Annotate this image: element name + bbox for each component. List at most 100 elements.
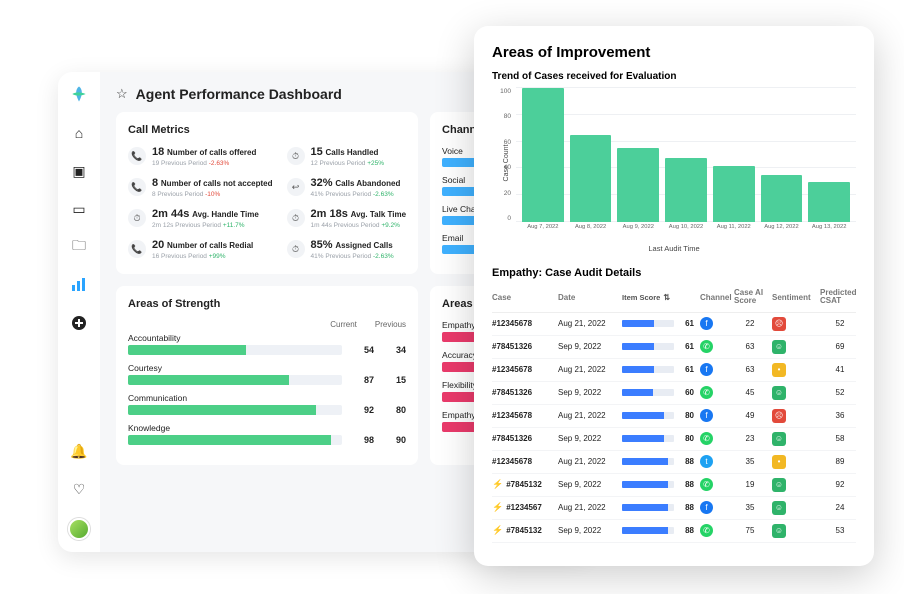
metric-value: 15	[311, 146, 323, 158]
cell-ai-score: 19	[734, 480, 766, 489]
cell-item-score: 61	[622, 319, 694, 328]
xtick: Aug 7, 2022	[522, 222, 564, 238]
table-row[interactable]: #12345678 Aug 21, 2022 80 f 49 ☹ 36	[492, 405, 856, 428]
metric-icon: ⏱	[287, 147, 305, 165]
strength-current: 87	[352, 375, 374, 385]
ytick: 0	[490, 215, 511, 222]
ytick: 80	[490, 113, 511, 120]
table-row[interactable]: #78451326 Sep 9, 2022 80 ✆ 23 ☺ 58	[492, 428, 856, 451]
card-title: Areas of Strength	[128, 298, 406, 310]
table-row[interactable]: #78451326 Sep 9, 2022 61 ✆ 63 ☺ 69	[492, 336, 856, 359]
cell-case: #78451326	[492, 342, 552, 351]
channel-whatsapp-icon: ✆	[700, 432, 713, 445]
table-row[interactable]: ⚡#1234567 Aug 21, 2022 88 f 35 ☺ 24	[492, 497, 856, 520]
metric-item: 📞 8 Number of calls not accepted 8 Previ…	[128, 177, 273, 198]
cell-item-score: 60	[622, 388, 694, 397]
cell-channel: f	[700, 501, 728, 514]
chart-bar	[808, 182, 850, 222]
cell-csat: 53	[820, 526, 860, 535]
cell-case: #12345678	[492, 365, 552, 374]
metric-icon: 📞	[128, 147, 146, 165]
cell-sentiment: ☺	[772, 386, 814, 400]
cell-channel: f	[700, 409, 728, 422]
nav-tasks-icon[interactable]: ▣	[70, 162, 88, 180]
cell-item-score: 80	[622, 434, 694, 443]
cell-ai-score: 63	[734, 342, 766, 351]
channel-twitter-icon: t	[700, 455, 713, 468]
strength-current: 92	[352, 405, 374, 415]
cell-sentiment: ☺	[772, 340, 814, 354]
cell-item-score: 61	[622, 342, 694, 351]
metric-value: 2m 44s	[152, 208, 189, 220]
channel-whatsapp-icon: ✆	[700, 340, 713, 353]
chart-bar	[522, 88, 564, 222]
cell-date: Aug 21, 2022	[558, 457, 616, 466]
sentiment-badge: ☺	[772, 340, 786, 354]
strength-bar	[128, 405, 342, 415]
nav-contacts-icon[interactable]: ▭	[70, 200, 88, 218]
strength-bar	[128, 345, 342, 355]
nav-home-icon[interactable]: ⌂	[70, 124, 88, 142]
th-ai: Case AI Score	[734, 289, 766, 306]
metric-label: Number of calls Redial	[167, 241, 253, 250]
table-row[interactable]: #78451326 Sep 9, 2022 60 ✆ 45 ☺ 52	[492, 382, 856, 405]
cell-channel: t	[700, 455, 728, 468]
table-row[interactable]: ⚡#7845132 Sep 9, 2022 88 ✆ 19 ☺ 92	[492, 474, 856, 497]
cell-sentiment: ☺	[772, 478, 814, 492]
strength-previous: 15	[384, 375, 406, 385]
cell-item-score: 88	[622, 503, 694, 512]
strength-previous: 90	[384, 435, 406, 445]
table-row[interactable]: #12345678 Aug 21, 2022 61 f 63 • 41	[492, 359, 856, 382]
nav-workspace-icon[interactable]: 🗀	[70, 238, 88, 256]
xtick: Aug 10, 2022	[665, 222, 707, 238]
channel-whatsapp-icon: ✆	[700, 478, 713, 491]
metric-value: 8	[152, 177, 158, 189]
strength-current: 98	[352, 435, 374, 445]
table-row[interactable]: #12345678 Aug 21, 2022 61 f 22 ☹ 52	[492, 313, 856, 336]
metric-sub: 12 Previous Period +25%	[311, 160, 385, 167]
favorite-star-icon[interactable]: ☆	[116, 86, 128, 102]
card-areas-strength: Areas of Strength Current Previous Accou…	[116, 286, 418, 465]
table-row[interactable]: #12345678 Aug 21, 2022 88 t 35 • 89	[492, 451, 856, 474]
sentiment-badge: ☺	[772, 386, 786, 400]
user-avatar[interactable]	[68, 518, 90, 540]
cell-sentiment: ☺	[772, 501, 814, 515]
nav-wellbeing-icon[interactable]: ♡	[70, 480, 88, 498]
cell-ai-score: 35	[734, 503, 766, 512]
table-row[interactable]: ⚡#7845132 Sep 9, 2022 88 ✆ 75 ☺ 53	[492, 520, 856, 543]
metric-label: Avg. Handle Time	[192, 210, 259, 219]
metric-icon: 📞	[128, 240, 146, 258]
metric-value: 2m 18s	[311, 208, 348, 220]
th-channel: Channel	[700, 293, 728, 302]
nav-notifications-icon[interactable]: 🔔	[70, 442, 88, 460]
sentiment-badge: ☺	[772, 432, 786, 446]
nav-analytics-icon[interactable]	[70, 276, 88, 294]
cell-channel: ✆	[700, 478, 728, 491]
metric-item: ⏱ 2m 18s Avg. Talk Time 1m 44s Previous …	[287, 208, 407, 229]
metric-item: 📞 20 Number of calls Redial 16 Previous …	[128, 239, 273, 260]
nav-add-icon[interactable]	[70, 314, 88, 332]
sort-icon: ⇅	[663, 293, 670, 302]
cell-item-score: 61	[622, 365, 694, 374]
cell-ai-score: 35	[734, 457, 766, 466]
cell-case: ⚡#1234567	[492, 502, 552, 513]
metric-item: ⏱ 85% Assigned Calls 41% Previous Period…	[287, 239, 407, 260]
cell-item-score: 88	[622, 480, 694, 489]
sentiment-badge: ☺	[772, 524, 786, 538]
sentiment-badge: ☹	[772, 409, 786, 423]
metric-sub: 1m 44s Previous Period +9.2%	[311, 222, 407, 229]
strength-header: Current Previous	[128, 320, 406, 329]
th-sentiment: Sentiment	[772, 293, 814, 302]
strength-bar	[128, 375, 342, 385]
metric-icon: ⏱	[128, 209, 146, 227]
chart-bar	[665, 158, 707, 222]
metric-item: ↩ 32% Calls Abandoned 41% Previous Perio…	[287, 177, 407, 198]
xtick: Aug 9, 2022	[617, 222, 659, 238]
cell-date: Sep 9, 2022	[558, 434, 616, 443]
metric-label: Calls Abandoned	[335, 179, 400, 188]
cell-case: #12345678	[492, 319, 552, 328]
metric-item: 📞 18 Number of calls offered 19 Previous…	[128, 146, 273, 167]
cell-csat: 41	[820, 365, 860, 374]
cell-date: Aug 21, 2022	[558, 319, 616, 328]
th-item-score-sort[interactable]: Item Score ⇅	[622, 293, 694, 302]
